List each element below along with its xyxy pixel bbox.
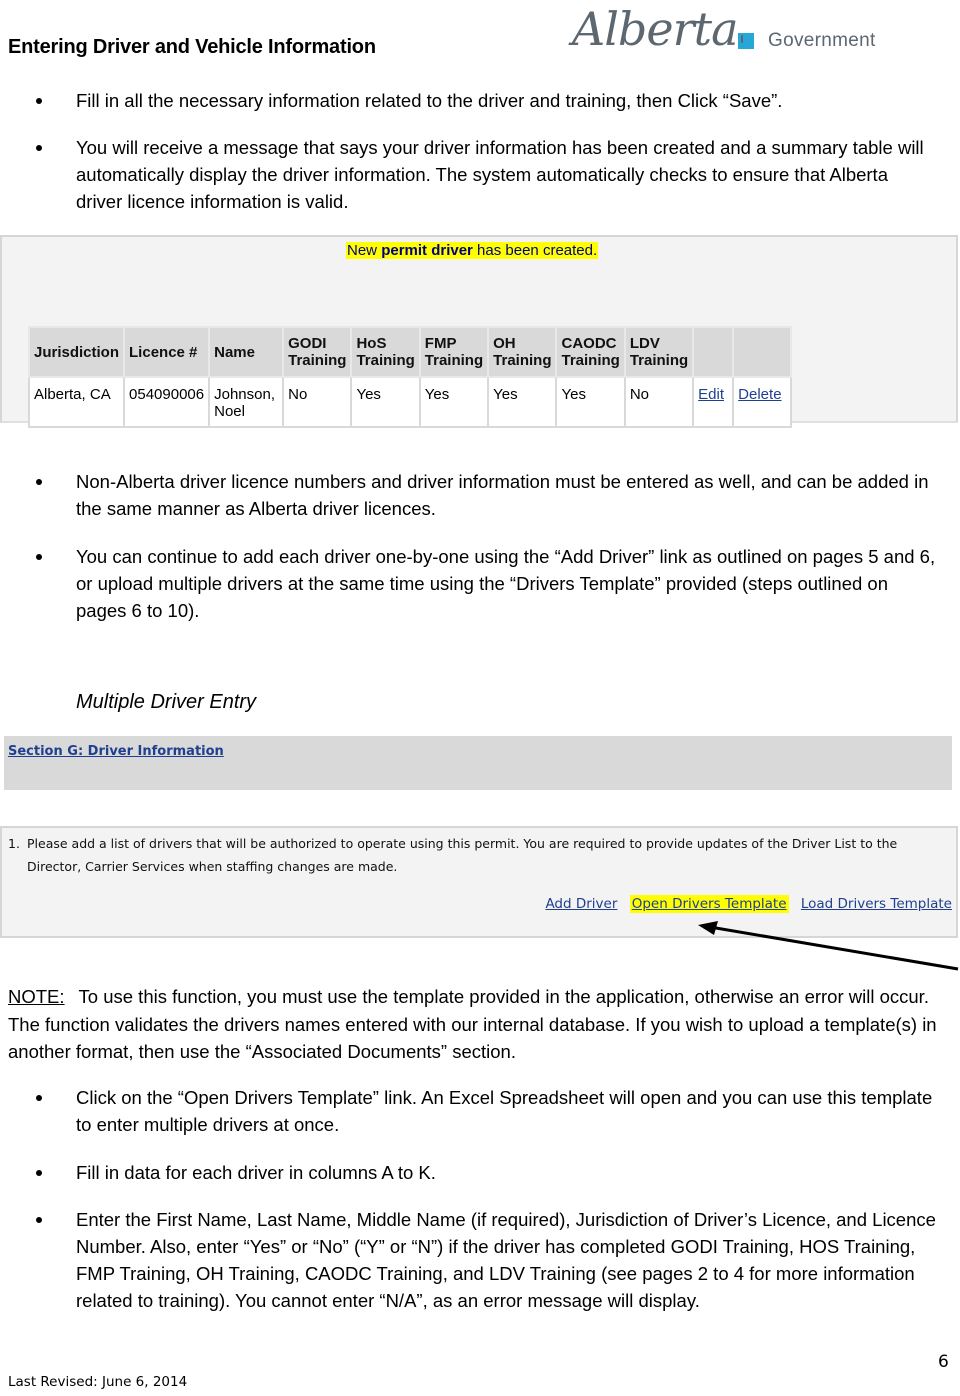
cell-delete: Delete [732,376,793,428]
cell-edit: Edit [692,376,735,428]
col-edit [692,326,735,378]
col-godi-training: GODI Training [282,326,353,378]
section-subheading: Multiple Driver Entry [76,691,257,713]
bullet-text: Fill in data for each driver in columns … [76,1162,436,1183]
driver-actions: Add Driver Open Drivers Template Load Dr… [537,895,952,913]
bullet-item: Click on the “Open Drivers Template” lin… [36,1084,936,1138]
bullet-text: Click on the “Open Drivers Template” lin… [76,1087,933,1135]
note-text: To use this function, you must use the t… [8,986,937,1062]
col-caodc-training: CAODC Training [555,326,626,378]
cell-fmp: Yes [418,376,490,428]
section-g-header: Section G: Driver Information [4,736,952,790]
bullet-icon [36,145,42,151]
col-ldv-training: LDV Training [623,326,695,378]
logo-accent-square-icon [738,33,754,49]
arrow-shaft [709,925,959,971]
col-hos-training: HoS Training [350,326,421,378]
drivers-table: Jurisdiction Licence # Name GODI Training… [27,326,793,428]
cell-name: Johnson, Noel [208,376,285,428]
bullet-text: You will receive a message that says you… [76,137,924,212]
bullet-text: Non-Alberta driver licence numbers and d… [76,471,929,519]
cell-hos: Yes [350,376,421,428]
cell-oh: Yes [487,376,558,428]
bullet-text: Enter the First Name, Last Name, Middle … [76,1209,936,1311]
bullet-item: Fill in data for each driver in columns … [36,1159,936,1186]
arrow-head [698,921,718,935]
note-paragraph: NOTE: To use this function, you must use … [8,983,948,1066]
page-number: 6 [938,1352,949,1372]
last-revised: Last Revised: June 6, 2014 [8,1374,188,1390]
note-label: NOTE: [8,986,65,1007]
add-driver-link[interactable]: Add Driver [545,896,617,912]
col-jurisdiction: Jurisdiction [27,326,126,378]
cell-jurisdiction: Alberta, CA [27,376,126,428]
logo-script-text: Alberta [572,2,738,56]
document-title: Entering Driver and Vehicle Information [8,36,376,58]
table-row: Alberta, CA 054090006 Johnson, Noel No Ye… [27,376,793,428]
col-licence: Licence # [123,326,211,378]
bullet-text: You can continue to add each driver one-… [76,546,936,621]
col-name: Name [208,326,285,378]
cell-caodc: Yes [555,376,626,428]
cell-godi: No [282,376,353,428]
alberta-government-logo: Alberta Government [572,2,892,66]
bullet-icon [36,1170,42,1176]
section-g-link[interactable]: Section G: Driver Information [8,744,224,759]
open-drivers-template-link[interactable]: Open Drivers Template [629,895,789,913]
cell-ldv: No [623,376,695,428]
bullet-text: Fill in all the necessary information re… [76,90,783,111]
bullet-icon [36,1217,42,1223]
bullet-icon [36,98,42,104]
confirmation-prefix: New [347,242,382,259]
edit-link[interactable]: Edit [698,386,724,403]
bullet-item: Non-Alberta driver licence numbers and d… [36,468,936,522]
confirmation-message: New permit driver has been created. [346,242,599,259]
load-drivers-template-link[interactable]: Load Drivers Template [801,896,952,912]
logo-government-text: Government [768,30,876,51]
bullet-item: You can continue to add each driver one-… [36,543,936,624]
cell-licence: 054090006 [123,376,211,428]
bullet-icon [36,554,42,560]
confirmation-suffix: has been created. [472,242,598,259]
bullet-item: You will receive a message that says you… [36,134,936,215]
bullet-icon [36,1095,42,1101]
bullet-item: Fill in all the necessary information re… [36,87,936,114]
table-header-row: Jurisdiction Licence # Name GODI Training… [27,326,793,378]
instruction-number: 1. [8,836,20,851]
col-fmp-training: FMP Training [418,326,490,378]
col-oh-training: OH Training [487,326,558,378]
instruction-text: 1. Please add a list of drivers that wil… [8,832,938,878]
annotation-arrow-icon [698,921,959,971]
instruction-body: Please add a list of drivers that will b… [27,836,898,874]
col-delete [732,326,793,378]
bullet-item: Enter the First Name, Last Name, Middle … [36,1206,936,1314]
confirmation-bold: permit driver [381,242,473,259]
bullet-icon [36,479,42,485]
delete-link[interactable]: Delete [738,386,781,403]
